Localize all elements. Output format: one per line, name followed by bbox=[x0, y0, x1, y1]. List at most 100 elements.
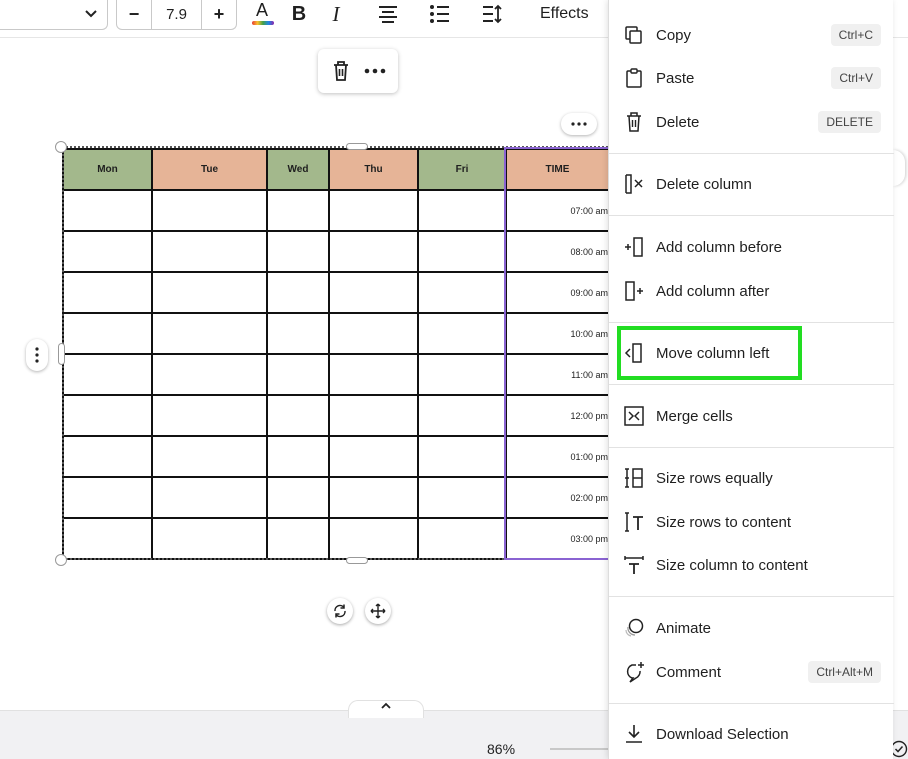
table-cell[interactable] bbox=[417, 517, 507, 560]
table-cell[interactable] bbox=[151, 312, 268, 355]
spacing-button[interactable] bbox=[480, 2, 504, 26]
table-cell[interactable] bbox=[62, 476, 153, 519]
resize-handle-top[interactable] bbox=[346, 143, 368, 150]
menu-item-delete[interactable]: Delete DELETE bbox=[609, 102, 894, 142]
table-cell[interactable] bbox=[417, 189, 507, 232]
table-cell[interactable] bbox=[151, 476, 268, 519]
table-cell[interactable] bbox=[62, 394, 153, 437]
table-cell[interactable] bbox=[417, 435, 507, 478]
table-cell[interactable] bbox=[151, 517, 268, 560]
rotate-button[interactable] bbox=[327, 598, 353, 624]
decrease-font-button[interactable]: − bbox=[117, 0, 151, 29]
column-header[interactable]: Fri bbox=[417, 148, 507, 191]
time-cell[interactable]: 07:00 am bbox=[505, 189, 610, 232]
table-cell[interactable] bbox=[266, 353, 330, 396]
table-cell[interactable] bbox=[328, 476, 419, 519]
increase-font-button[interactable]: + bbox=[202, 0, 236, 29]
move-button[interactable] bbox=[365, 598, 391, 624]
time-cell[interactable]: 12:00 pm bbox=[505, 394, 610, 437]
menu-item-move-column-left[interactable]: Move column left bbox=[609, 333, 894, 373]
row-options-button[interactable] bbox=[26, 339, 48, 371]
menu-item-delete-column[interactable]: Delete column bbox=[609, 164, 894, 204]
menu-item-size-rows-equally[interactable]: Size rows equally bbox=[609, 458, 894, 498]
table-cell[interactable] bbox=[151, 353, 268, 396]
table-cell[interactable] bbox=[62, 517, 153, 560]
table-cell[interactable] bbox=[151, 435, 268, 478]
table-cell[interactable] bbox=[266, 271, 330, 314]
table-cell[interactable] bbox=[151, 271, 268, 314]
resize-handle-top-left[interactable] bbox=[55, 141, 67, 153]
time-cell[interactable]: 09:00 am bbox=[505, 271, 610, 314]
italic-button[interactable]: I bbox=[326, 2, 346, 26]
table-cell[interactable] bbox=[328, 312, 419, 355]
table-cell[interactable] bbox=[417, 353, 507, 396]
table-cell[interactable] bbox=[328, 435, 419, 478]
column-more-options-button[interactable] bbox=[561, 113, 597, 135]
font-family-dropdown[interactable] bbox=[0, 0, 108, 30]
table-cell[interactable] bbox=[328, 517, 419, 560]
table-cell[interactable] bbox=[151, 189, 268, 232]
table-cell[interactable] bbox=[266, 517, 330, 560]
table-cell[interactable] bbox=[417, 271, 507, 314]
menu-item-add-column-after[interactable]: Add column after bbox=[609, 271, 894, 311]
text-color-button[interactable]: A bbox=[250, 0, 276, 26]
table-cell[interactable] bbox=[62, 312, 153, 355]
column-header[interactable]: Mon bbox=[62, 148, 153, 191]
table-cell[interactable] bbox=[62, 230, 153, 273]
menu-item-paste[interactable]: Paste Ctrl+V bbox=[609, 58, 894, 98]
table-cell[interactable] bbox=[417, 230, 507, 273]
menu-item-animate[interactable]: Animate bbox=[609, 608, 894, 648]
time-cell[interactable]: 03:00 pm bbox=[505, 517, 610, 560]
trash-icon[interactable] bbox=[331, 60, 351, 82]
table-cell[interactable] bbox=[151, 230, 268, 273]
menu-item-download-selection[interactable]: Download Selection bbox=[609, 714, 894, 754]
menu-item-size-column-to-content[interactable]: Size column to content bbox=[609, 545, 894, 585]
zoom-slider[interactable] bbox=[550, 748, 610, 750]
menu-item-merge-cells[interactable]: Merge cells bbox=[609, 396, 894, 436]
table-cell[interactable] bbox=[417, 394, 507, 437]
more-options-icon[interactable] bbox=[364, 68, 386, 74]
table-cell[interactable] bbox=[62, 353, 153, 396]
align-center-button[interactable] bbox=[376, 2, 400, 26]
column-header[interactable]: Tue bbox=[151, 148, 268, 191]
bold-button[interactable]: B bbox=[289, 2, 309, 26]
table-cell[interactable] bbox=[62, 271, 153, 314]
effects-button[interactable]: Effects bbox=[540, 5, 589, 23]
table-cell[interactable] bbox=[328, 189, 419, 232]
font-size-input[interactable]: 7.9 bbox=[151, 0, 202, 29]
resize-handle-left[interactable] bbox=[58, 343, 65, 365]
table-cell[interactable] bbox=[266, 435, 330, 478]
table-cell[interactable] bbox=[328, 394, 419, 437]
menu-item-add-column-before[interactable]: Add column before bbox=[609, 227, 894, 267]
bullet-list-button[interactable] bbox=[428, 2, 452, 26]
time-cell[interactable]: 02:00 pm bbox=[505, 476, 610, 519]
table-cell[interactable] bbox=[328, 271, 419, 314]
table-cell[interactable] bbox=[266, 230, 330, 273]
table-cell[interactable] bbox=[266, 312, 330, 355]
column-header[interactable]: Wed bbox=[266, 148, 330, 191]
time-cell[interactable]: 01:00 pm bbox=[505, 435, 610, 478]
menu-item-size-rows-to-content[interactable]: Size rows to content bbox=[609, 502, 894, 542]
time-cell[interactable]: 08:00 am bbox=[505, 230, 610, 273]
resize-handle-bottom-left[interactable] bbox=[55, 554, 67, 566]
time-cell[interactable]: 11:00 am bbox=[505, 353, 610, 396]
table-cell[interactable] bbox=[328, 353, 419, 396]
menu-item-copy[interactable]: Copy Ctrl+C bbox=[609, 15, 894, 55]
table-cell[interactable] bbox=[328, 230, 419, 273]
schedule-table[interactable]: Mon Tue Wed Thu Fri TIME 07:00 am 08:00 am 09:0… bbox=[62, 148, 610, 560]
resize-handle-bottom[interactable] bbox=[346, 557, 368, 564]
pages-toggle-button[interactable] bbox=[348, 700, 424, 718]
column-header[interactable]: Thu bbox=[328, 148, 419, 191]
table-cell[interactable] bbox=[417, 312, 507, 355]
table-cell[interactable] bbox=[62, 189, 153, 232]
zoom-level[interactable]: 86% bbox=[487, 741, 515, 757]
table-cell[interactable] bbox=[266, 476, 330, 519]
table-cell[interactable] bbox=[266, 189, 330, 232]
table-cell[interactable] bbox=[266, 394, 330, 437]
table-cell[interactable] bbox=[417, 476, 507, 519]
menu-item-comment[interactable]: Comment Ctrl+Alt+M bbox=[609, 652, 894, 692]
column-header[interactable]: TIME bbox=[505, 148, 610, 191]
table-cell[interactable] bbox=[151, 394, 268, 437]
time-cell[interactable]: 10:00 am bbox=[505, 312, 610, 355]
table-cell[interactable] bbox=[62, 435, 153, 478]
